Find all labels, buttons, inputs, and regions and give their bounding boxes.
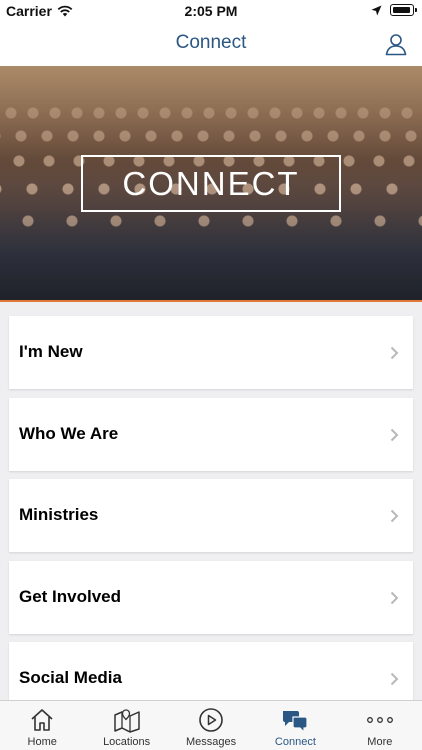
play-circle-icon [199, 708, 223, 732]
list-item-im-new[interactable]: I'm New [9, 316, 413, 389]
chevron-right-icon [390, 591, 399, 605]
tab-home[interactable]: Home [0, 701, 84, 750]
battery-icon [390, 4, 417, 16]
tab-locations[interactable]: Locations [84, 701, 168, 750]
tab-label: Locations [103, 736, 151, 748]
status-right-group [371, 4, 417, 16]
chevron-right-icon [390, 346, 399, 360]
chevron-right-icon [390, 672, 399, 686]
connect-list: I'm New Who We Are Ministries Get Involv… [0, 302, 422, 700]
list-item-social-media[interactable]: Social Media [9, 642, 413, 700]
house-icon [31, 709, 53, 731]
map-icon [113, 709, 140, 733]
list-item-get-involved[interactable]: Get Involved [9, 561, 413, 634]
list-item-label: Who We Are [19, 424, 119, 443]
page-title: Connect [175, 32, 247, 53]
chat-bubbles-icon [283, 711, 309, 733]
tab-bar: Home Locations Messages Connect More [0, 700, 422, 750]
more-dots-icon [366, 717, 393, 723]
list-item-label: Get Involved [19, 587, 122, 606]
list-item-label: Social Media [19, 668, 122, 687]
location-arrow-icon [371, 5, 382, 15]
profile-icon[interactable] [384, 32, 408, 56]
hero-banner: CONNECT [0, 66, 422, 300]
tab-label: Messages [185, 736, 237, 748]
chevron-right-icon [390, 509, 399, 523]
tab-label: Home [27, 736, 57, 748]
tab-label: More [367, 736, 393, 748]
list-item-label: I'm New [19, 342, 83, 361]
list-item-ministries[interactable]: Ministries [9, 479, 413, 552]
list-item-who-we-are[interactable]: Who We Are [9, 398, 413, 471]
list-item-label: Ministries [19, 505, 99, 524]
tab-label: Connect [274, 736, 316, 748]
chevron-right-icon [390, 428, 399, 442]
tab-more[interactable]: More [338, 701, 422, 750]
navigation-bar: Connect [0, 22, 422, 66]
hero-overlay-title: CONNECT [81, 155, 341, 212]
status-time: 2:05 PM [184, 3, 238, 19]
status-bar: Carrier 2:05 PM [0, 0, 422, 22]
tab-messages[interactable]: Messages [169, 701, 253, 750]
tab-connect[interactable]: Connect [253, 701, 337, 750]
